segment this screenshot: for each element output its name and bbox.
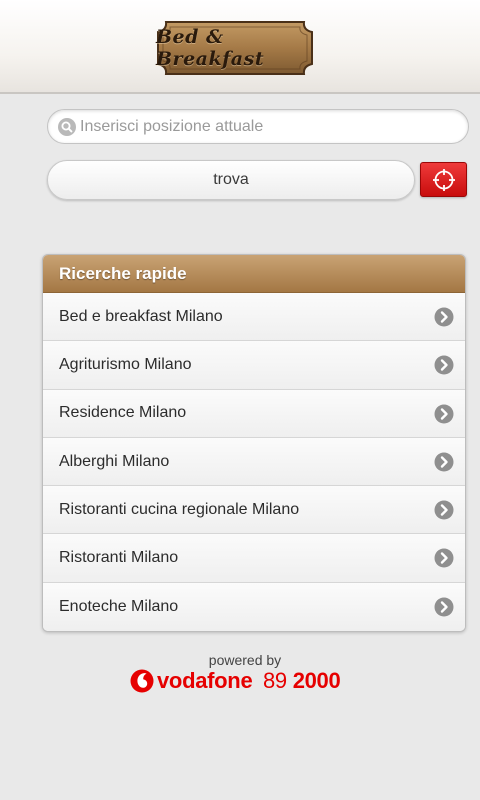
vodafone-brand[interactable]: vodafone 89 2000: [130, 668, 360, 696]
search-icon: [58, 118, 76, 136]
list-item-label: Alberghi Milano: [59, 452, 170, 470]
chevron-right-icon: [434, 597, 454, 617]
brand-number-prefix: 89: [263, 668, 287, 693]
list-item-label: Ristoranti cucina regionale Milano: [59, 500, 300, 518]
position-input[interactable]: [80, 110, 460, 143]
chevron-right-icon: [434, 307, 454, 327]
logo-text: Bed & Breakfast: [156, 26, 265, 70]
list-item-agriturismo-milano[interactable]: Agriturismo Milano: [43, 341, 465, 390]
vodafone-logo-icon: [130, 669, 154, 693]
list-item-bed-breakfast-milano[interactable]: Bed e breakfast Milano: [43, 293, 465, 342]
chevron-right-icon: [434, 548, 454, 568]
find-button[interactable]: trova: [47, 160, 415, 200]
list-item-ristoranti-milano[interactable]: Ristoranti Milano: [43, 534, 465, 583]
list-item-label: Bed e breakfast Milano: [59, 307, 223, 325]
crosshair-icon: [433, 169, 455, 191]
brand-number: 89 2000: [263, 668, 341, 694]
brand-number-suffix: 2000: [292, 668, 341, 693]
locate-button[interactable]: [420, 162, 467, 197]
quick-search-title: Ricerche rapide: [43, 255, 465, 293]
list-item-enoteche-milano[interactable]: Enoteche Milano: [43, 582, 465, 631]
app-header: Bed & Breakfast: [0, 0, 480, 94]
chevron-right-icon: [434, 404, 454, 424]
list-item-label: Ristoranti Milano: [59, 549, 179, 567]
list-item-label: Agriturismo Milano: [59, 355, 192, 373]
list-item-label: Residence Milano: [59, 404, 187, 422]
list-item-residence-milano[interactable]: Residence Milano: [43, 389, 465, 438]
bed-and-breakfast-logo-icon: Bed & Breakfast: [156, 20, 314, 76]
list-item-ristoranti-cucina-regionale-milano[interactable]: Ristoranti cucina regionale Milano: [43, 486, 465, 535]
list-item-alberghi-milano[interactable]: Alberghi Milano: [43, 437, 465, 487]
chevron-right-icon: [434, 355, 454, 375]
list-item-label: Enoteche Milano: [59, 597, 179, 615]
chevron-right-icon: [434, 500, 454, 520]
brand-name: vodafone: [157, 668, 253, 693]
chevron-right-icon: [434, 452, 454, 472]
quick-search-panel: Ricerche rapide Bed e breakfast Milano A…: [42, 254, 466, 632]
search-field[interactable]: [47, 109, 469, 144]
powered-by-footer: powered by vodafone 89 2000: [130, 650, 360, 700]
powered-by-label: powered by: [208, 652, 282, 668]
